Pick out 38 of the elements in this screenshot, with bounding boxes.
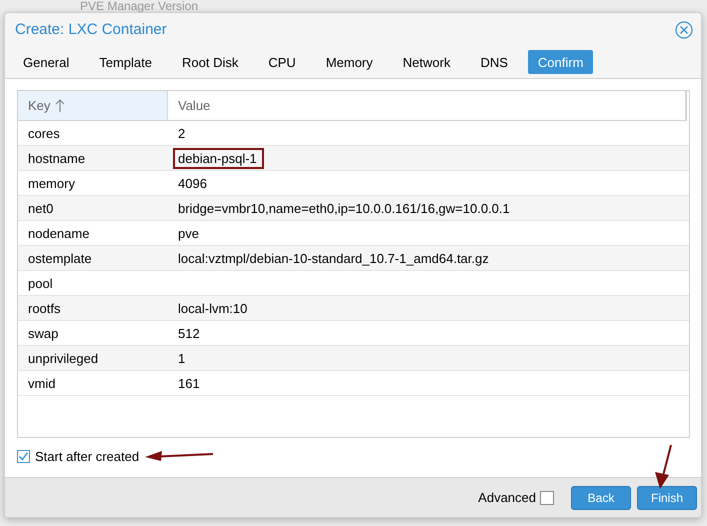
tab[interactable]: General (13, 50, 80, 74)
table-cell: pve (178, 226, 199, 240)
table-cell-text: rootfs (27, 300, 62, 316)
table-cell: 161 (178, 376, 200, 390)
table-cell: 512 (178, 326, 200, 340)
sort-ascending-icon (55, 98, 66, 112)
column-header[interactable]: Value (168, 91, 686, 120)
table-cell-text: pool (27, 276, 54, 290)
table-cell-text: vmid (27, 376, 56, 390)
background-text: PVE Manager Version (80, 0, 198, 13)
table-cell: 2 (178, 126, 186, 140)
table-cell: 1 (178, 350, 186, 366)
checkbox-label: Advanced (478, 490, 536, 505)
tab[interactable]: CPU (258, 50, 306, 74)
table-cell-text: net0 (27, 200, 54, 216)
table-cell: bridge=vmbr10,name=eth0,ip=10.0.0.161/16,gw=10.0.0.1 (178, 200, 510, 216)
table-cell-text: cores (27, 126, 61, 140)
tab[interactable]: Network (392, 50, 460, 74)
table-cell-text: hostname (27, 150, 86, 166)
highlighted-value: debian-psql-1 (173, 148, 264, 168)
checkbox-label: Start after created (35, 448, 140, 464)
table-cell-text: swap (27, 326, 60, 340)
table-cell: local-lvm:10 (178, 300, 248, 316)
tab[interactable]: DNS (470, 50, 518, 74)
tab[interactable]: Memory (316, 50, 383, 74)
tab[interactable]: Template (89, 50, 162, 74)
tab[interactable]: Root Disk (172, 50, 248, 74)
window-title: Create: LXC Container (15, 21, 167, 38)
checkbox[interactable] (540, 490, 554, 504)
table-cell-text: ostemplate (27, 250, 93, 266)
checkbox[interactable] (17, 450, 30, 462)
close-icon[interactable] (675, 20, 693, 38)
table-cell-text: memory (27, 176, 76, 190)
column-header[interactable]: Key (18, 91, 168, 120)
table-cell: 4096 (178, 176, 207, 190)
table-cell: local:vztmpl/debian-10-standard_10.7-1_amd64.tar.gz (178, 250, 489, 266)
table-cell-text: unprivileged (27, 350, 100, 366)
table-cell-text: nodename (27, 226, 90, 240)
